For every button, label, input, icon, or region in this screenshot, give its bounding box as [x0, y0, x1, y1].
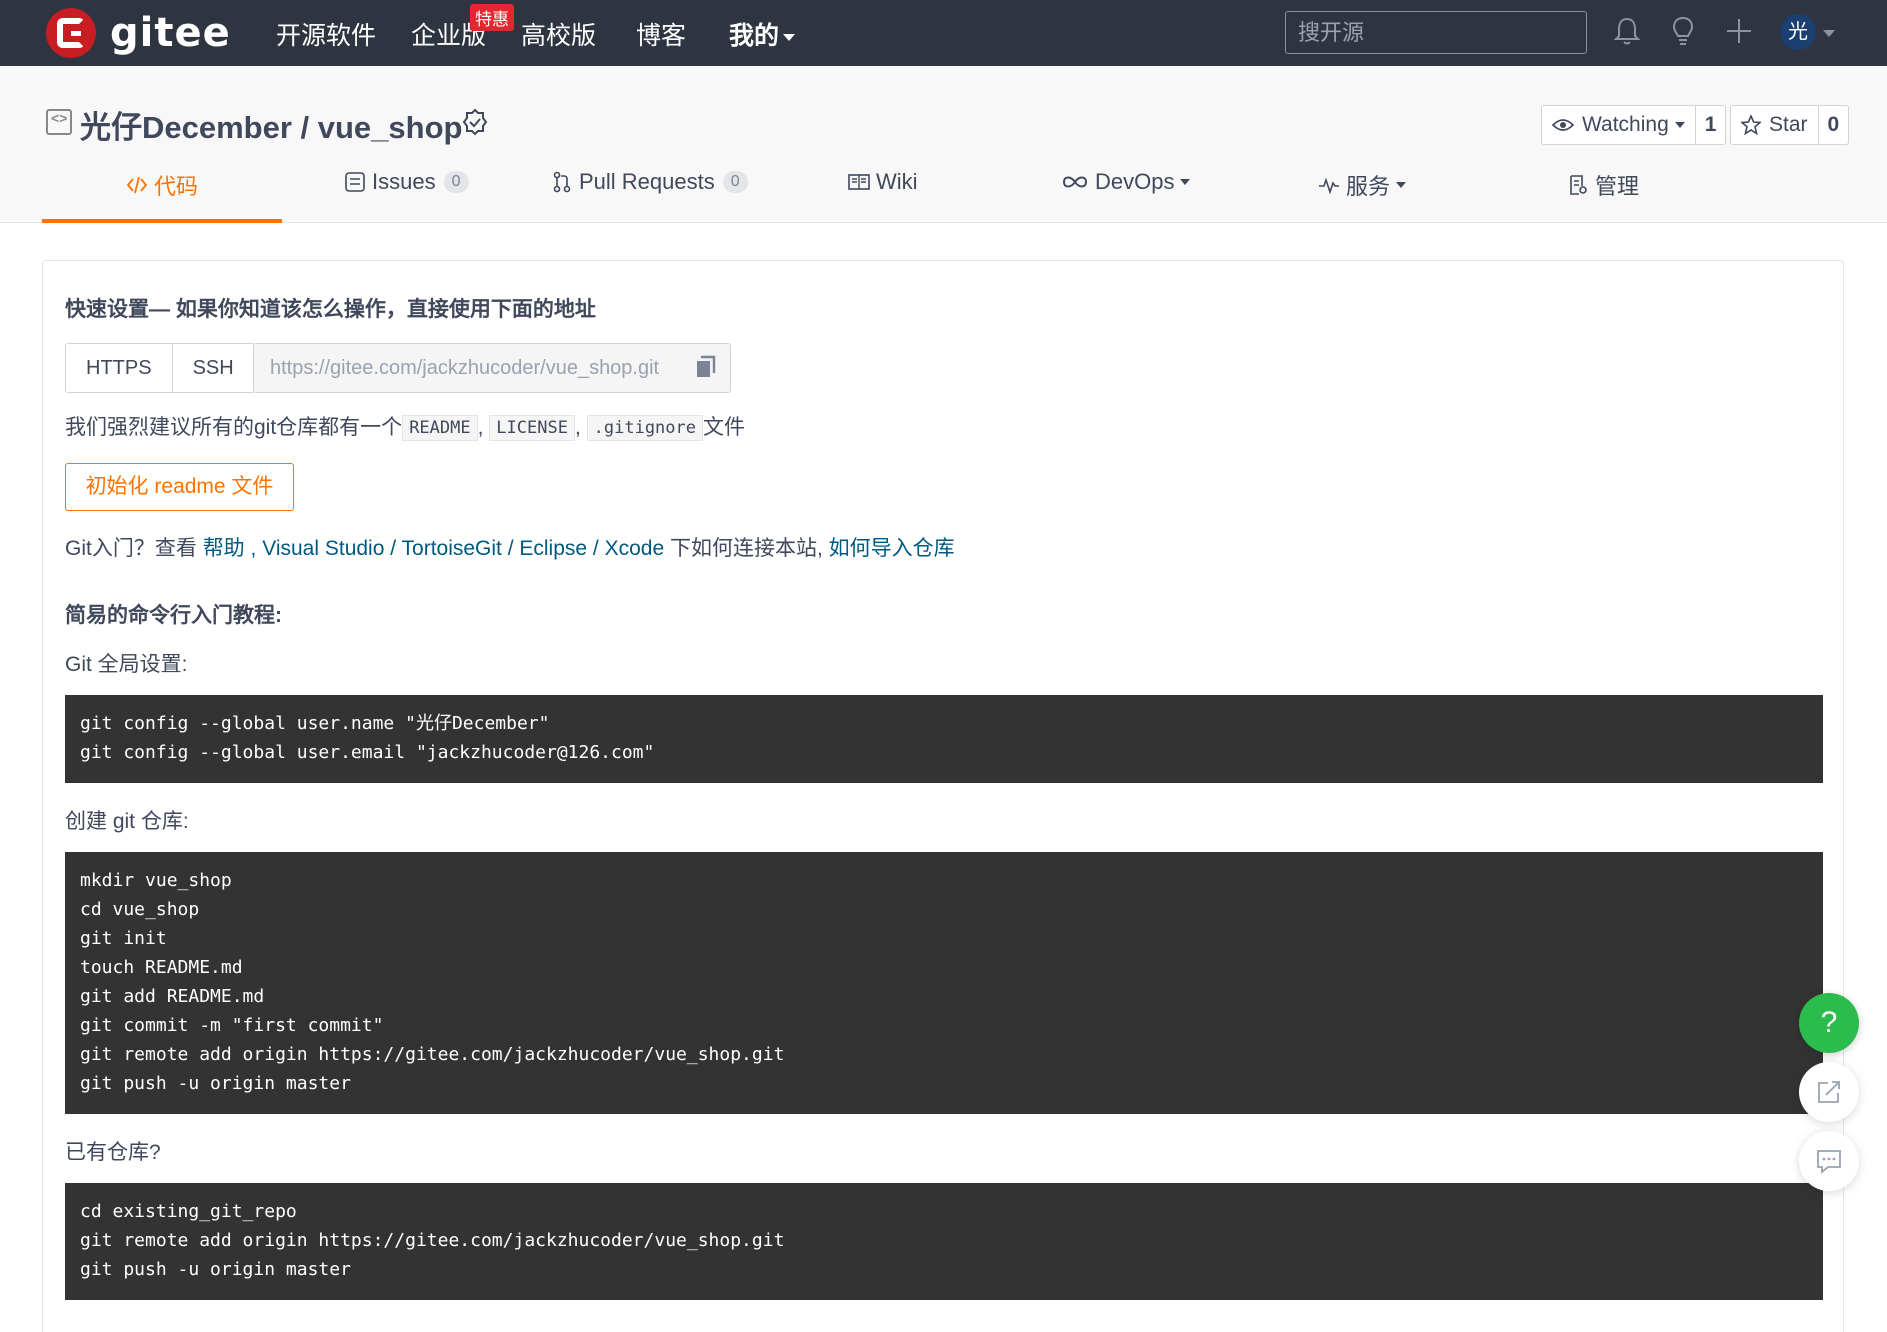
- star-button[interactable]: Star: [1731, 106, 1819, 144]
- tab-wiki-label: Wiki: [876, 169, 918, 194]
- star-icon: [1741, 115, 1761, 135]
- tab-services-label: 服务: [1346, 174, 1391, 199]
- tab-code-label: 代码: [154, 174, 199, 199]
- star-count[interactable]: 0: [1819, 113, 1849, 137]
- repo-header: 光仔December / vue_shop Watching 1 Star 0: [0, 66, 1887, 223]
- tab-devops-label: DevOps: [1095, 169, 1175, 194]
- pull-request-icon: [553, 171, 571, 193]
- issues-count-badge: 0: [443, 171, 469, 193]
- tab-code[interactable]: 代码: [126, 169, 198, 201]
- pulse-icon: [1319, 177, 1339, 195]
- help-mid: 下如何连接本站,: [669, 537, 823, 560]
- copy-icon[interactable]: [695, 355, 717, 379]
- global-setup-code[interactable]: git config --global user.name "光仔Decembe…: [65, 695, 1823, 783]
- recommend-text: 我们强烈建议所有的git仓库都有一个 README, LICENSE, .giti…: [65, 411, 745, 442]
- readme-code: README: [402, 415, 478, 442]
- edit-external-icon: [1818, 1081, 1840, 1103]
- init-readme-button[interactable]: 初始化 readme 文件: [65, 463, 294, 511]
- watch-count[interactable]: 1: [1696, 113, 1726, 137]
- nav-link-education[interactable]: 高校版: [521, 16, 596, 52]
- nav-link-mine-label: 我的: [729, 22, 780, 50]
- watch-button-group: Watching 1: [1541, 105, 1727, 145]
- quick-setup-heading: 快速设置— 如果你知道该怎么操作，直接使用下面的地址: [65, 298, 596, 321]
- tools-link[interactable]: , Visual Studio / TortoiseGit / Eclipse …: [251, 537, 665, 560]
- pull-requests-count-badge: 0: [722, 171, 748, 193]
- lightbulb-icon[interactable]: [1666, 14, 1700, 48]
- help-float-button[interactable]: ?: [1799, 993, 1859, 1053]
- gitee-logo-icon: [46, 8, 96, 58]
- tab-manage[interactable]: 管理: [1567, 169, 1639, 201]
- tab-issues-label: Issues: [372, 169, 436, 194]
- tab-wiki[interactable]: Wiki: [848, 169, 918, 195]
- tab-pull-requests-label: Pull Requests: [579, 169, 715, 194]
- star-button-group: Star 0: [1730, 105, 1850, 145]
- infinity-icon: [1062, 176, 1088, 188]
- bell-icon[interactable]: [1610, 14, 1644, 48]
- promo-badge: 特惠: [470, 4, 514, 31]
- import-repo-link[interactable]: 如何导入仓库: [829, 537, 955, 560]
- user-avatar[interactable]: 光: [1780, 14, 1816, 50]
- repo-code-icon: [46, 109, 72, 135]
- nav-link-mine[interactable]: 我的: [729, 16, 796, 52]
- gitee-logo[interactable]: gitee: [46, 8, 231, 58]
- tab-services[interactable]: 服务: [1318, 169, 1407, 201]
- watch-button[interactable]: Watching: [1542, 106, 1696, 144]
- search-input[interactable]: [1285, 11, 1587, 54]
- chevron-down-icon: [1396, 182, 1407, 188]
- code-icon: [126, 176, 148, 194]
- tab-devops[interactable]: DevOps: [1061, 169, 1191, 195]
- logo-text: gitee: [110, 10, 231, 56]
- feedback-float-button[interactable]: [1799, 1062, 1859, 1122]
- license-code: LICENSE: [489, 415, 575, 442]
- protocol-https-button[interactable]: HTTPS: [66, 344, 173, 392]
- quick-setup-card: 快速设置— 如果你知道该怎么操作，直接使用下面的地址 HTTPS SSH htt…: [42, 260, 1844, 1332]
- help-prefix: Git入门？查看: [65, 537, 197, 560]
- existing-repo-label: 已有仓库?: [65, 1141, 161, 1164]
- tab-manage-label: 管理: [1595, 174, 1640, 199]
- chevron-down-icon[interactable]: [1823, 30, 1835, 37]
- recommend-separator: ,: [477, 416, 484, 439]
- settings-doc-icon: [1570, 175, 1587, 195]
- tab-pull-requests[interactable]: Pull Requests 0: [551, 169, 748, 195]
- repo-title[interactable]: 光仔December / vue_shop: [80, 102, 462, 147]
- clone-url-field[interactable]: https://gitee.com/jackzhucoder/vue_shop.…: [253, 343, 731, 393]
- chevron-down-icon: [1674, 122, 1685, 128]
- gitignore-code: .gitignore: [586, 415, 703, 442]
- nav-link-open-source[interactable]: 开源软件: [276, 16, 376, 52]
- certified-badge-icon: [462, 108, 488, 136]
- chat-float-button[interactable]: [1799, 1131, 1859, 1191]
- tab-issues[interactable]: Issues 0: [344, 169, 469, 195]
- active-tab-indicator: [42, 219, 282, 223]
- book-icon: [848, 174, 870, 190]
- global-setup-label: Git 全局设置:: [65, 653, 188, 676]
- tutorial-heading: 简易的命令行入门教程:: [65, 604, 282, 627]
- chevron-down-icon: [783, 33, 796, 41]
- star-label: Star: [1769, 113, 1808, 136]
- eye-icon: [1552, 119, 1574, 131]
- nav-link-blog[interactable]: 博客: [636, 16, 686, 52]
- existing-repo-code[interactable]: cd existing_git_repo git remote add orig…: [65, 1183, 1823, 1300]
- git-help-text: Git入门？查看 帮助 , Visual Studio / TortoiseGi…: [65, 532, 955, 562]
- recommend-prefix: 我们强烈建议所有的git仓库都有一个: [65, 416, 403, 439]
- recommend-separator: ,: [574, 416, 581, 439]
- watch-label: Watching: [1582, 113, 1669, 136]
- protocol-ssh-button[interactable]: SSH: [173, 344, 254, 392]
- top-navbar: gitee 开源软件 企业版 特惠 高校版 博客 我的 光: [0, 0, 1887, 66]
- recommend-suffix: 文件: [703, 416, 745, 439]
- protocol-switch: HTTPS SSH: [65, 343, 255, 393]
- create-repo-label: 创建 git 仓库:: [65, 810, 189, 833]
- chevron-down-icon: [1180, 179, 1191, 185]
- help-link[interactable]: 帮助: [203, 537, 245, 560]
- plus-icon[interactable]: [1722, 14, 1756, 48]
- issues-icon: [345, 172, 365, 192]
- chat-icon: [1817, 1150, 1841, 1174]
- create-repo-code[interactable]: mkdir vue_shop cd vue_shop git init touc…: [65, 852, 1823, 1114]
